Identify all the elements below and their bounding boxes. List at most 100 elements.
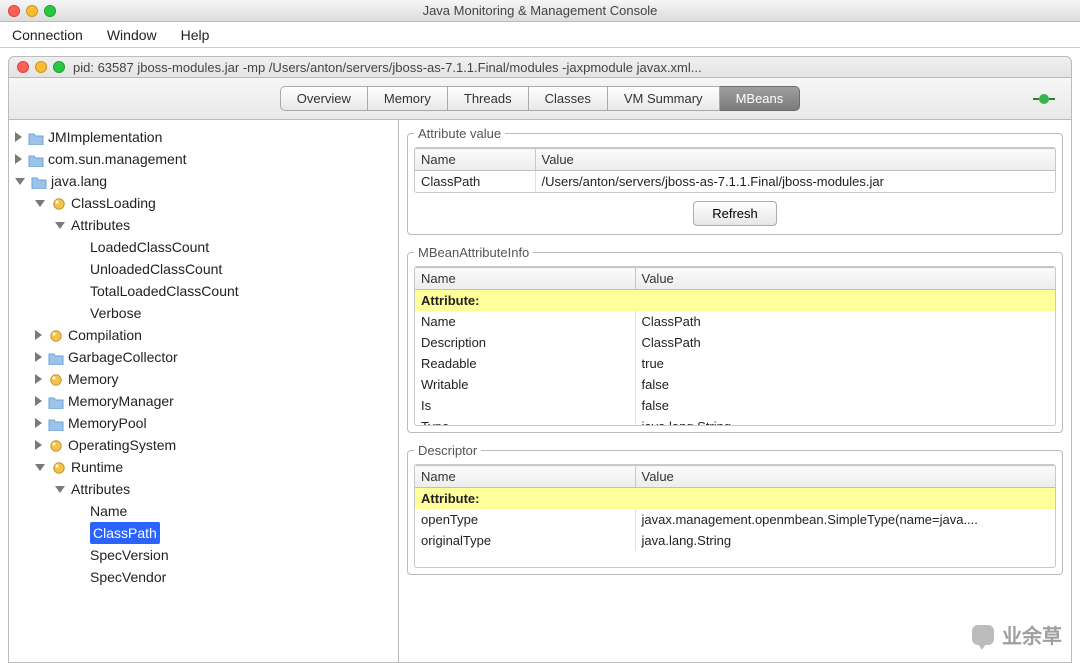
tree-item-runtime[interactable]: Runtime <box>33 456 394 478</box>
tab-threads[interactable]: Threads <box>448 86 529 111</box>
disclosure-triangle-icon[interactable] <box>35 374 42 384</box>
right-pane: Attribute value Name Value ClassPath /Us… <box>399 120 1071 662</box>
tree-item-label: Verbose <box>90 302 141 324</box>
disclosure-triangle-icon[interactable] <box>35 418 42 428</box>
tree-item-garbagecollector[interactable]: GarbageCollector <box>33 346 394 368</box>
folder-icon <box>48 394 64 408</box>
tab-vm-summary[interactable]: VM Summary <box>608 86 720 111</box>
table-row[interactable]: Isfalse <box>415 395 1055 416</box>
tree-item-specvendor[interactable]: SpecVendor <box>73 566 394 588</box>
disclosure-triangle-icon[interactable] <box>55 486 65 493</box>
table-row[interactable]: DescriptionClassPath <box>415 332 1055 353</box>
table-row[interactable]: originalTypejava.lang.String <box>415 530 1055 551</box>
attrinfo-name-header[interactable]: Name <box>415 268 635 290</box>
tree-item-memory[interactable]: Memory <box>33 368 394 390</box>
tree-item-label: MemoryPool <box>68 412 147 434</box>
tree-item-jmimplementation[interactable]: JMImplementation <box>13 126 394 148</box>
tree-item-classloading[interactable]: ClassLoading <box>33 192 394 214</box>
cell-value: false <box>635 395 1055 416</box>
tab-classes[interactable]: Classes <box>529 86 608 111</box>
tree-item-operatingsystem[interactable]: OperatingSystem <box>33 434 394 456</box>
disclosure-triangle-icon[interactable] <box>35 464 45 471</box>
tree-item-label: MemoryManager <box>68 390 174 412</box>
menu-window[interactable]: Window <box>107 27 157 43</box>
bean-icon <box>48 438 64 452</box>
table-row[interactable]: Readabletrue <box>415 353 1055 374</box>
cell-value: javax.management.openmbean.SimpleType(na… <box>635 509 1055 530</box>
cell-value: java.lang.String <box>635 530 1055 551</box>
tree-item-label: ClassPath <box>90 522 160 544</box>
tree-item-attributes[interactable]: Attributes <box>53 478 394 500</box>
bean-icon <box>48 372 64 386</box>
table-row[interactable]: openTypejavax.management.openmbean.Simpl… <box>415 509 1055 530</box>
tree-item-name[interactable]: Name <box>73 500 394 522</box>
table-row[interactable]: Typejava.lang.String <box>415 416 1055 426</box>
tree-item-label: SpecVersion <box>90 544 169 566</box>
cell-name: Description <box>415 332 635 353</box>
disclosure-triangle-icon[interactable] <box>15 154 22 164</box>
table-row[interactable]: NameClassPath <box>415 311 1055 332</box>
doc-minimize-button[interactable] <box>35 61 47 73</box>
refresh-button[interactable]: Refresh <box>693 201 777 226</box>
disclosure-triangle-icon[interactable] <box>15 178 25 185</box>
disclosure-triangle-icon[interactable] <box>35 440 42 450</box>
folder-icon <box>48 416 64 430</box>
cell-value: ClassPath <box>635 311 1055 332</box>
tree-item-label: TotalLoadedClassCount <box>90 280 239 302</box>
tree-item-memorypool[interactable]: MemoryPool <box>33 412 394 434</box>
tab-memory[interactable]: Memory <box>368 86 448 111</box>
tree-item-attributes[interactable]: Attributes <box>53 214 394 236</box>
watermark-icon <box>972 625 994 645</box>
tree-item-unloadedclasscount[interactable]: UnloadedClassCount <box>73 258 394 280</box>
tree-item-label: GarbageCollector <box>68 346 178 368</box>
doc-zoom-button[interactable] <box>53 61 65 73</box>
cell-value: true <box>635 353 1055 374</box>
mbean-attr-info-table: Name Value Attribute:NameClassPathDescri… <box>415 267 1055 426</box>
cell-name: openType <box>415 509 635 530</box>
disclosure-triangle-icon[interactable] <box>35 200 45 207</box>
tree-item-memorymanager[interactable]: MemoryManager <box>33 390 394 412</box>
disclosure-triangle-icon[interactable] <box>55 222 65 229</box>
doc-close-button[interactable] <box>17 61 29 73</box>
tabs-row: OverviewMemoryThreadsClassesVM SummaryMB… <box>8 78 1072 120</box>
menu-connection[interactable]: Connection <box>12 27 83 43</box>
col-value-header[interactable]: Value <box>535 149 1055 171</box>
tree-item-verbose[interactable]: Verbose <box>73 302 394 324</box>
attribute-value-row[interactable]: ClassPath /Users/anton/servers/jboss-as-… <box>415 171 1055 193</box>
descriptor-value-header[interactable]: Value <box>635 466 1055 488</box>
cell-value: ClassPath <box>635 332 1055 353</box>
tree-item-java-lang[interactable]: java.lang <box>13 170 394 192</box>
descriptor-legend: Descriptor <box>414 443 481 458</box>
tree-item-label: JMImplementation <box>48 126 162 148</box>
main-split: JMImplementationcom.sun.managementjava.l… <box>8 120 1072 663</box>
tree-item-classpath[interactable]: ClassPath <box>73 522 394 544</box>
doc-title: pid: 63587 jboss-modules.jar -mp /Users/… <box>73 60 1063 75</box>
tree-item-label: Name <box>90 500 127 522</box>
attrinfo-value-header[interactable]: Value <box>635 268 1055 290</box>
menu-help[interactable]: Help <box>181 27 210 43</box>
disclosure-triangle-icon[interactable] <box>35 396 42 406</box>
tree-item-com-sun-management[interactable]: com.sun.management <box>13 148 394 170</box>
disclosure-triangle-icon[interactable] <box>15 132 22 142</box>
tree-item-label: Attributes <box>71 214 130 236</box>
tree-item-specversion[interactable]: SpecVersion <box>73 544 394 566</box>
attribute-value-legend: Attribute value <box>414 126 505 141</box>
mbean-attribute-info-legend: MBeanAttributeInfo <box>414 245 533 260</box>
tab-mbeans[interactable]: MBeans <box>720 86 801 111</box>
tree-item-label: LoadedClassCount <box>90 236 209 258</box>
tree-item-compilation[interactable]: Compilation <box>33 324 394 346</box>
col-name-header[interactable]: Name <box>415 149 535 171</box>
tree-item-totalloadedclasscount[interactable]: TotalLoadedClassCount <box>73 280 394 302</box>
menu-bar: Connection Window Help <box>0 22 1080 48</box>
cell-value: java.lang.String <box>635 416 1055 426</box>
mbean-tree[interactable]: JMImplementationcom.sun.managementjava.l… <box>9 120 399 662</box>
connection-status-icon[interactable] <box>1033 92 1055 106</box>
disclosure-triangle-icon[interactable] <box>35 352 42 362</box>
table-row[interactable]: Writablefalse <box>415 374 1055 395</box>
tab-overview[interactable]: Overview <box>280 86 368 111</box>
tree-item-loadedclasscount[interactable]: LoadedClassCount <box>73 236 394 258</box>
doc-traffic-lights <box>17 61 65 73</box>
descriptor-name-header[interactable]: Name <box>415 466 635 488</box>
disclosure-triangle-icon[interactable] <box>35 330 42 340</box>
document-titlebar: pid: 63587 jboss-modules.jar -mp /Users/… <box>8 56 1072 78</box>
